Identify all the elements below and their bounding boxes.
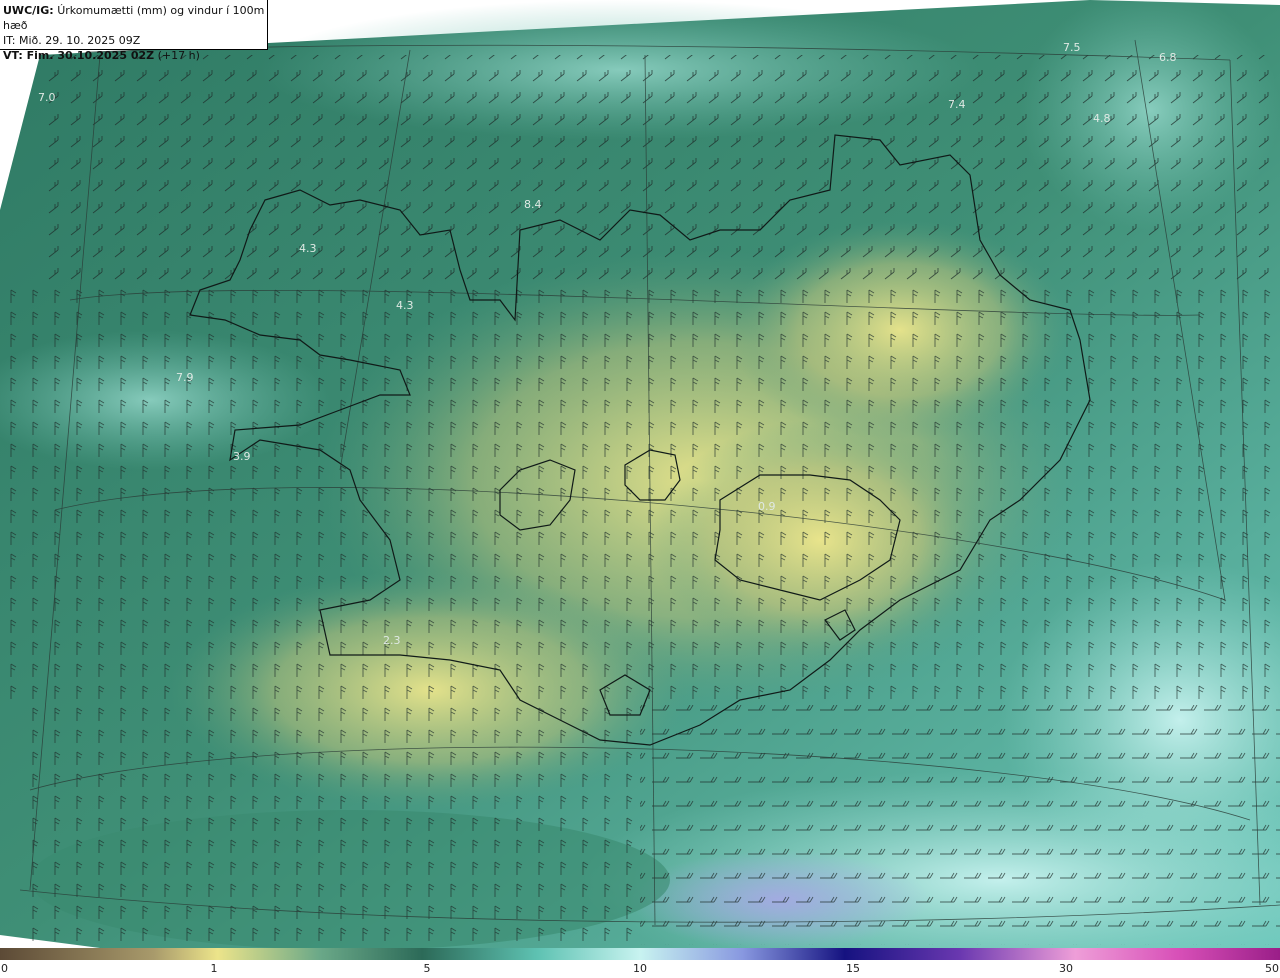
colorbar [0, 948, 1280, 960]
lead-time: (+17 h) [157, 49, 200, 62]
value-label: 4.3 [396, 299, 414, 312]
colorbar-tick: 50 [1265, 962, 1279, 975]
map-header: UWC/IG: Úrkomumætti (mm) og vindur í 100… [0, 0, 268, 62]
colorbar-tick: 0 [1, 962, 8, 975]
value-label: 8.4 [524, 198, 542, 211]
valid-time: VT: Fim. 30.10.2025 02Z [3, 49, 155, 62]
colorbar-tick: 10 [633, 962, 647, 975]
value-label: 7.9 [176, 371, 194, 384]
colorbar-tick: 5 [423, 962, 431, 975]
value-label: 4.8 [1093, 112, 1111, 125]
value-label: 4.3 [299, 242, 317, 255]
precipitation-wind-map: 7.0 7.5 6.8 7.4 4.8 8.4 4.3 4.3 7.9 3.9 … [0, 0, 1280, 948]
colorbar-tick: 30 [1059, 962, 1073, 975]
value-label: 7.5 [1063, 41, 1081, 54]
value-label: 3.9 [233, 450, 251, 463]
colorbar-tick: 1 [210, 962, 218, 975]
colorbar-tick: 15 [846, 962, 860, 975]
value-label: 7.0 [38, 91, 56, 104]
value-label: 2.3 [383, 634, 401, 647]
init-time: IT: Mið. 29. 10. 2025 09Z [3, 34, 141, 47]
value-label: 0.9 [758, 500, 776, 513]
value-label: 7.4 [948, 98, 966, 111]
product-code: UWC/IG: [3, 4, 54, 17]
value-label: 6.8 [1159, 51, 1177, 64]
